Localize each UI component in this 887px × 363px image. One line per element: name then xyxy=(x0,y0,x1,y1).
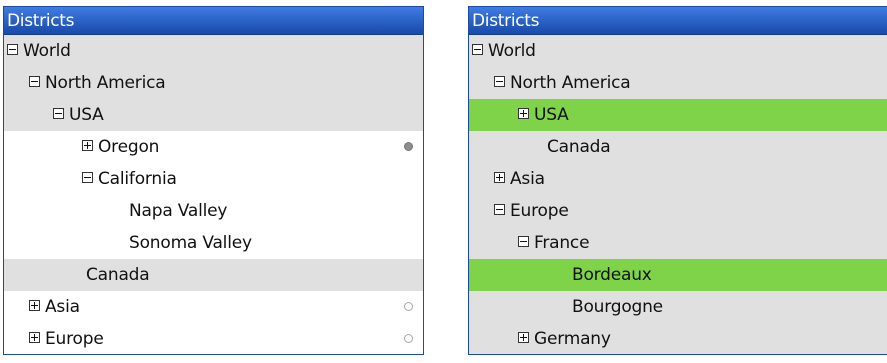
tree-row-california[interactable]: California xyxy=(4,163,423,195)
tree-row-label: Asia xyxy=(510,169,545,189)
tree-row-label: Asia xyxy=(45,297,80,317)
collapse-icon[interactable] xyxy=(472,43,483,55)
collapse-icon[interactable] xyxy=(518,235,529,247)
tree-row-label: California xyxy=(98,169,177,189)
status-dot-icon xyxy=(404,302,413,311)
tree-row-oregon[interactable]: Oregon xyxy=(4,131,423,163)
tree-row-france[interactable]: France xyxy=(469,227,887,259)
tree-row-europe[interactable]: Europe xyxy=(4,323,423,354)
tree-rows: World North America USA Canada Asia Euro… xyxy=(469,35,887,354)
tree-row-asia[interactable]: Asia xyxy=(469,163,887,195)
tree-row-bordeaux[interactable]: Bordeaux xyxy=(469,259,887,291)
tree-row-label: North America xyxy=(45,73,166,93)
expand-icon[interactable] xyxy=(518,107,529,119)
status-dot-icon xyxy=(404,334,413,343)
tree-row-europe[interactable]: Europe xyxy=(469,195,887,227)
tree-row-bourgogne[interactable]: Bourgogne xyxy=(469,291,887,323)
tree-row-label: Sonoma Valley xyxy=(129,233,252,253)
tree-row-label: North America xyxy=(510,73,631,93)
tree-row-label: Europe xyxy=(45,329,104,349)
tree-row-napa-valley[interactable]: Napa Valley xyxy=(4,195,423,227)
tree-row-label: USA xyxy=(69,105,104,125)
tree-row-asia[interactable]: Asia xyxy=(4,291,423,323)
collapse-icon[interactable] xyxy=(53,107,64,119)
tree-row-world[interactable]: World xyxy=(4,35,423,67)
tree-row-label: World xyxy=(488,41,536,61)
collapse-icon[interactable] xyxy=(494,203,505,215)
collapse-icon[interactable] xyxy=(29,75,40,87)
tree-row-sonoma-valley[interactable]: Sonoma Valley xyxy=(4,227,423,259)
tree-row-label: Oregon xyxy=(98,137,160,157)
tree-row-north-america[interactable]: North America xyxy=(469,67,887,99)
tree-row-canada[interactable]: Canada xyxy=(4,259,423,291)
expand-icon[interactable] xyxy=(518,331,529,343)
panel-title: Districts xyxy=(469,7,887,35)
expand-icon[interactable] xyxy=(29,299,40,311)
tree-row-canada[interactable]: Canada xyxy=(469,131,887,163)
tree-row-label: Canada xyxy=(86,265,150,285)
tree-row-label: Napa Valley xyxy=(129,201,228,221)
status-dot-icon xyxy=(404,142,413,151)
tree-rows: World North America USA Oregon Californi… xyxy=(4,35,423,354)
tree-row-label: Canada xyxy=(547,137,611,157)
districts-tree-panel-right: Districts World North America USA Canada… xyxy=(468,6,887,355)
expand-icon[interactable] xyxy=(29,331,40,343)
collapse-icon[interactable] xyxy=(82,171,93,183)
tree-row-label: World xyxy=(23,41,71,61)
tree-row-label: Bordeaux xyxy=(572,265,652,285)
tree-row-north-america[interactable]: North America xyxy=(4,67,423,99)
collapse-icon[interactable] xyxy=(494,75,505,87)
tree-row-label: Bourgogne xyxy=(572,297,663,317)
panel-title: Districts xyxy=(4,7,423,35)
expand-icon[interactable] xyxy=(82,139,93,151)
tree-row-germany[interactable]: Germany xyxy=(469,323,887,354)
tree-row-world[interactable]: World xyxy=(469,35,887,67)
tree-row-label: Europe xyxy=(510,201,569,221)
tree-row-label: USA xyxy=(534,105,569,125)
tree-row-usa[interactable]: USA xyxy=(469,99,887,131)
tree-row-label: France xyxy=(534,233,590,253)
collapse-icon[interactable] xyxy=(7,43,18,55)
expand-icon[interactable] xyxy=(494,171,505,183)
districts-tree-panel-left: Districts World North America USA Oregon… xyxy=(3,6,424,355)
tree-row-label: Germany xyxy=(534,329,611,349)
tree-row-usa[interactable]: USA xyxy=(4,99,423,131)
